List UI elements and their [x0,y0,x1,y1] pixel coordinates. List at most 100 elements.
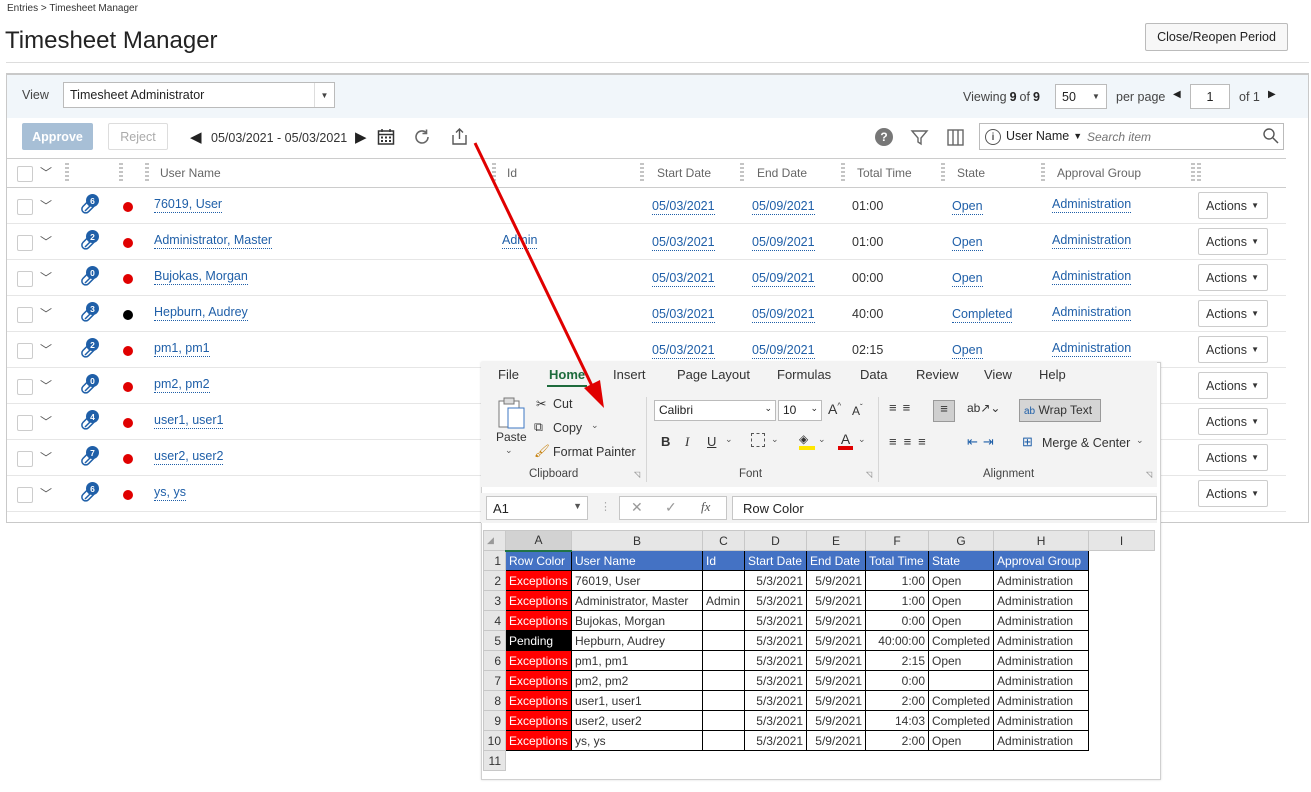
header-cell[interactable]: Total Time [865,550,929,571]
excel-tab-page-layout[interactable]: Page Layout [677,367,750,382]
cell[interactable]: 5/3/2021 [744,690,807,711]
column-header[interactable]: C [702,530,745,551]
cell[interactable]: 5/9/2021 [806,630,866,651]
column-header[interactable]: I [1088,530,1156,551]
format-painter-button[interactable]: Format Painter [553,445,636,459]
excel-tab-data[interactable]: Data [860,367,887,382]
cell[interactable]: 5/3/2021 [744,650,807,671]
cell[interactable]: 1:00 [865,590,929,611]
approval-group-link[interactable]: Administration [1052,269,1132,285]
chevron-down-icon[interactable]: ⌄ [591,420,599,431]
cell[interactable]: 5/9/2021 [806,690,866,711]
row-checkbox[interactable] [17,199,33,215]
row-checkbox[interactable] [17,379,33,395]
search-field-select[interactable]: User Name ▼ [1006,129,1082,143]
approval-group-link[interactable]: Administration [1052,341,1132,357]
cell[interactable]: 14:03 [865,710,929,731]
chevron-down-icon[interactable]: ⌄ [1136,435,1144,446]
cell[interactable]: 5/9/2021 [806,730,866,751]
column-header[interactable]: E [806,530,866,551]
row-header[interactable]: 8 [483,690,506,711]
state-link[interactable]: Open [952,271,983,287]
approval-group-link[interactable]: Administration [1052,197,1132,213]
cell[interactable]: Admin [702,590,745,611]
cell[interactable]: Administration [993,730,1090,751]
cell[interactable]: Bujokas, Morgan [571,610,703,631]
calendar-icon[interactable] [377,128,395,146]
cell[interactable]: Administrator, Master [571,590,703,611]
row-checkbox[interactable] [17,307,33,323]
attachment-icon[interactable]: 7 [80,446,100,468]
header-cell[interactable]: Approval Group [993,550,1090,571]
bottom-align-icon[interactable]: ≡ [933,400,955,422]
actions-dropdown[interactable]: Actions ▼ [1198,444,1268,471]
col-state[interactable]: State [957,159,985,187]
format-painter-icon[interactable]: 🖌 [534,444,550,459]
row-header[interactable]: 4 [483,610,506,631]
cell[interactable]: Open [927,570,995,591]
actions-dropdown[interactable]: Actions ▼ [1198,480,1268,507]
state-link[interactable]: Open [952,235,983,251]
approval-group-link[interactable]: Administration [1052,233,1132,249]
cell[interactable]: Administration [993,610,1090,631]
end-date-link[interactable]: 05/09/2021 [752,307,815,323]
row-header[interactable]: 1 [483,550,506,571]
cell[interactable]: Open [927,590,995,611]
export-icon[interactable] [450,127,469,146]
dialog-launcher-icon[interactable]: ◹ [866,470,872,479]
cell[interactable]: 5/9/2021 [806,650,866,671]
chevron-down-icon[interactable]: ﹀ [40,341,52,358]
cell[interactable]: 76019, User [571,570,703,591]
insert-function-icon[interactable]: fx [701,499,710,515]
cell[interactable] [702,670,745,691]
cell[interactable]: Exceptions [505,670,572,691]
user-name-link[interactable]: user2, user2 [154,449,224,465]
row-header[interactable]: 3 [483,590,506,611]
col-end-date[interactable]: End Date [757,159,807,187]
cell[interactable]: 0:00 [865,610,929,631]
header-cell[interactable]: End Date [806,550,866,571]
next-period-icon[interactable]: ▶ [355,128,367,146]
chevron-down-icon[interactable]: ⌄ [818,434,826,445]
row-header[interactable]: 9 [483,710,506,731]
column-header[interactable]: A [505,530,572,552]
col-approval-group[interactable]: Approval Group [1057,159,1141,187]
chevron-down-icon[interactable]: ⌄ [725,434,733,445]
horizontal-align-icons[interactable]: ≡≡≡ [889,434,933,449]
cell[interactable]: Completed [927,690,995,711]
user-name-link[interactable]: Bujokas, Morgan [154,269,248,285]
end-date-link[interactable]: 05/09/2021 [752,199,815,215]
bold-icon[interactable]: B [661,434,670,449]
cell[interactable]: 5/3/2021 [744,730,807,751]
font-size-select[interactable]: 10 ⌄ [778,400,822,421]
actions-dropdown[interactable]: Actions ▼ [1198,228,1268,255]
header-cell[interactable]: Start Date [744,550,807,571]
excel-tab-formulas[interactable]: Formulas [777,367,831,382]
chevron-down-icon[interactable]: ﹀ [40,305,52,322]
cell[interactable]: user2, user2 [571,710,703,731]
cell[interactable]: Administration [993,630,1090,651]
state-link[interactable]: Completed [952,307,1013,323]
row-header[interactable]: 6 [483,650,506,671]
cell[interactable]: 5/9/2021 [806,710,866,731]
cell[interactable] [702,690,745,711]
copy-icon[interactable]: ⧉ [534,420,543,435]
cell[interactable] [702,650,745,671]
dialog-launcher-icon[interactable]: ◹ [1146,470,1152,479]
attachment-icon[interactable]: 3 [80,302,100,324]
cell[interactable]: Exceptions [505,730,572,751]
wrap-text-button[interactable]: ab Wrap Text [1019,399,1101,422]
cell[interactable]: 5/9/2021 [806,590,866,611]
user-name-link[interactable]: pm1, pm1 [154,341,210,357]
cell[interactable]: 5/3/2021 [744,630,807,651]
column-header[interactable]: G [927,530,995,551]
cell[interactable]: 5/3/2021 [744,570,807,591]
cell[interactable]: Completed [927,630,995,651]
prev-period-icon[interactable]: ◀ [190,128,202,146]
start-date-link[interactable]: 05/03/2021 [652,271,715,287]
start-date-link[interactable]: 05/03/2021 [652,343,715,359]
cell[interactable]: user1, user1 [571,690,703,711]
cell[interactable]: Administration [993,590,1090,611]
end-date-link[interactable]: 05/09/2021 [752,235,815,251]
cell[interactable]: 5/3/2021 [744,590,807,611]
